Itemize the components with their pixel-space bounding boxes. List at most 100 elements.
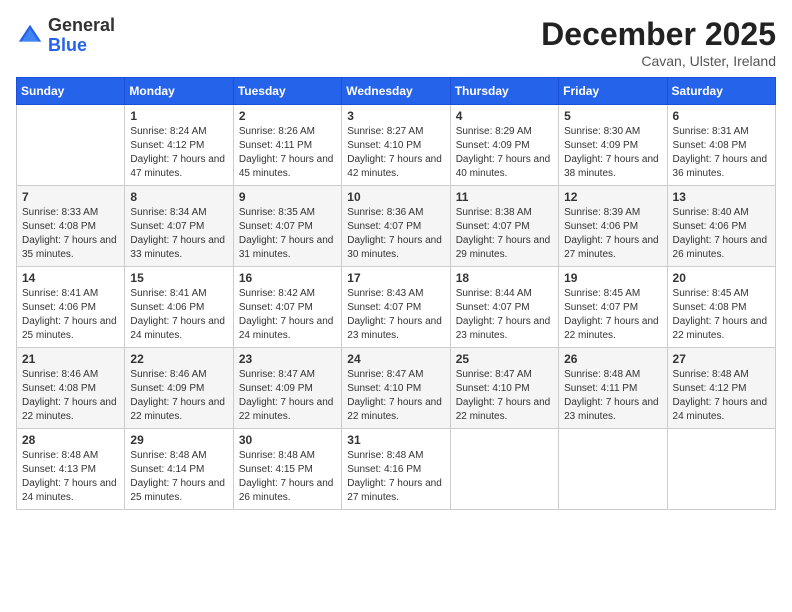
calendar-week-row: 1 Sunrise: 8:24 AM Sunset: 4:12 PM Dayli…	[17, 105, 776, 186]
day-number: 9	[239, 190, 336, 204]
sunrise: Sunrise: 8:44 AM	[456, 287, 553, 301]
sunrise: Sunrise: 8:46 AM	[130, 368, 227, 382]
day-info: Sunrise: 8:48 AM Sunset: 4:12 PM Dayligh…	[673, 368, 770, 424]
calendar-cell: 17 Sunrise: 8:43 AM Sunset: 4:07 PM Dayl…	[342, 267, 450, 348]
calendar-cell: 15 Sunrise: 8:41 AM Sunset: 4:06 PM Dayl…	[125, 267, 233, 348]
day-number: 28	[22, 433, 119, 447]
calendar-cell	[559, 429, 667, 510]
day-info: Sunrise: 8:48 AM Sunset: 4:16 PM Dayligh…	[347, 449, 444, 505]
calendar-cell: 30 Sunrise: 8:48 AM Sunset: 4:15 PM Dayl…	[233, 429, 341, 510]
sunrise: Sunrise: 8:45 AM	[673, 287, 770, 301]
sunrise: Sunrise: 8:38 AM	[456, 206, 553, 220]
sunset: Sunset: 4:10 PM	[347, 139, 444, 153]
calendar-cell: 14 Sunrise: 8:41 AM Sunset: 4:06 PM Dayl…	[17, 267, 125, 348]
logo-blue: Blue	[48, 36, 115, 56]
sunrise: Sunrise: 8:24 AM	[130, 125, 227, 139]
sunrise: Sunrise: 8:29 AM	[456, 125, 553, 139]
weekday-header: Thursday	[450, 78, 558, 105]
sunrise: Sunrise: 8:31 AM	[673, 125, 770, 139]
day-info: Sunrise: 8:40 AM Sunset: 4:06 PM Dayligh…	[673, 206, 770, 262]
day-number: 12	[564, 190, 661, 204]
calendar-cell: 9 Sunrise: 8:35 AM Sunset: 4:07 PM Dayli…	[233, 186, 341, 267]
sunrise: Sunrise: 8:48 AM	[22, 449, 119, 463]
day-number: 29	[130, 433, 227, 447]
sunset: Sunset: 4:06 PM	[130, 301, 227, 315]
day-info: Sunrise: 8:30 AM Sunset: 4:09 PM Dayligh…	[564, 125, 661, 181]
day-info: Sunrise: 8:46 AM Sunset: 4:09 PM Dayligh…	[130, 368, 227, 424]
day-number: 21	[22, 352, 119, 366]
calendar-cell: 23 Sunrise: 8:47 AM Sunset: 4:09 PM Dayl…	[233, 348, 341, 429]
day-info: Sunrise: 8:33 AM Sunset: 4:08 PM Dayligh…	[22, 206, 119, 262]
sunrise: Sunrise: 8:48 AM	[347, 449, 444, 463]
day-info: Sunrise: 8:45 AM Sunset: 4:08 PM Dayligh…	[673, 287, 770, 343]
daylight: Daylight: 7 hours and 27 minutes.	[347, 477, 444, 505]
day-number: 20	[673, 271, 770, 285]
sunset: Sunset: 4:10 PM	[456, 382, 553, 396]
calendar-cell	[667, 429, 775, 510]
calendar-cell: 8 Sunrise: 8:34 AM Sunset: 4:07 PM Dayli…	[125, 186, 233, 267]
daylight: Daylight: 7 hours and 22 minutes.	[239, 396, 336, 424]
logo-general: General	[48, 16, 115, 36]
daylight: Daylight: 7 hours and 22 minutes.	[130, 396, 227, 424]
calendar-cell: 19 Sunrise: 8:45 AM Sunset: 4:07 PM Dayl…	[559, 267, 667, 348]
calendar-cell: 28 Sunrise: 8:48 AM Sunset: 4:13 PM Dayl…	[17, 429, 125, 510]
day-number: 16	[239, 271, 336, 285]
sunset: Sunset: 4:14 PM	[130, 463, 227, 477]
calendar-week-row: 28 Sunrise: 8:48 AM Sunset: 4:13 PM Dayl…	[17, 429, 776, 510]
calendar-cell: 26 Sunrise: 8:48 AM Sunset: 4:11 PM Dayl…	[559, 348, 667, 429]
daylight: Daylight: 7 hours and 31 minutes.	[239, 234, 336, 262]
sunset: Sunset: 4:12 PM	[130, 139, 227, 153]
calendar-cell: 20 Sunrise: 8:45 AM Sunset: 4:08 PM Dayl…	[667, 267, 775, 348]
sunrise: Sunrise: 8:27 AM	[347, 125, 444, 139]
sunset: Sunset: 4:09 PM	[239, 382, 336, 396]
day-number: 13	[673, 190, 770, 204]
sunrise: Sunrise: 8:46 AM	[22, 368, 119, 382]
weekday-header: Wednesday	[342, 78, 450, 105]
calendar-cell: 16 Sunrise: 8:42 AM Sunset: 4:07 PM Dayl…	[233, 267, 341, 348]
day-info: Sunrise: 8:43 AM Sunset: 4:07 PM Dayligh…	[347, 287, 444, 343]
sunrise: Sunrise: 8:48 AM	[130, 449, 227, 463]
day-number: 30	[239, 433, 336, 447]
daylight: Daylight: 7 hours and 23 minutes.	[347, 315, 444, 343]
logo-text: General Blue	[48, 16, 115, 56]
sunset: Sunset: 4:09 PM	[456, 139, 553, 153]
calendar-week-row: 14 Sunrise: 8:41 AM Sunset: 4:06 PM Dayl…	[17, 267, 776, 348]
day-number: 14	[22, 271, 119, 285]
sunset: Sunset: 4:10 PM	[347, 382, 444, 396]
day-number: 3	[347, 109, 444, 123]
calendar-cell	[17, 105, 125, 186]
sunrise: Sunrise: 8:35 AM	[239, 206, 336, 220]
day-number: 5	[564, 109, 661, 123]
day-info: Sunrise: 8:46 AM Sunset: 4:08 PM Dayligh…	[22, 368, 119, 424]
sunrise: Sunrise: 8:47 AM	[239, 368, 336, 382]
daylight: Daylight: 7 hours and 29 minutes.	[456, 234, 553, 262]
daylight: Daylight: 7 hours and 45 minutes.	[239, 153, 336, 181]
day-number: 17	[347, 271, 444, 285]
day-number: 19	[564, 271, 661, 285]
day-number: 22	[130, 352, 227, 366]
day-info: Sunrise: 8:47 AM Sunset: 4:09 PM Dayligh…	[239, 368, 336, 424]
day-number: 2	[239, 109, 336, 123]
sunrise: Sunrise: 8:47 AM	[456, 368, 553, 382]
day-info: Sunrise: 8:39 AM Sunset: 4:06 PM Dayligh…	[564, 206, 661, 262]
daylight: Daylight: 7 hours and 26 minutes.	[239, 477, 336, 505]
day-number: 18	[456, 271, 553, 285]
calendar-week-row: 21 Sunrise: 8:46 AM Sunset: 4:08 PM Dayl…	[17, 348, 776, 429]
weekday-header-row: SundayMondayTuesdayWednesdayThursdayFrid…	[17, 78, 776, 105]
sunrise: Sunrise: 8:26 AM	[239, 125, 336, 139]
sunset: Sunset: 4:08 PM	[673, 301, 770, 315]
calendar-cell: 1 Sunrise: 8:24 AM Sunset: 4:12 PM Dayli…	[125, 105, 233, 186]
day-info: Sunrise: 8:36 AM Sunset: 4:07 PM Dayligh…	[347, 206, 444, 262]
daylight: Daylight: 7 hours and 22 minutes.	[347, 396, 444, 424]
month-title: December 2025	[541, 16, 776, 53]
calendar-cell: 4 Sunrise: 8:29 AM Sunset: 4:09 PM Dayli…	[450, 105, 558, 186]
day-info: Sunrise: 8:47 AM Sunset: 4:10 PM Dayligh…	[456, 368, 553, 424]
sunrise: Sunrise: 8:40 AM	[673, 206, 770, 220]
sunset: Sunset: 4:07 PM	[347, 301, 444, 315]
day-number: 1	[130, 109, 227, 123]
sunset: Sunset: 4:11 PM	[239, 139, 336, 153]
sunset: Sunset: 4:07 PM	[130, 220, 227, 234]
sunrise: Sunrise: 8:41 AM	[130, 287, 227, 301]
sunset: Sunset: 4:15 PM	[239, 463, 336, 477]
calendar-cell: 2 Sunrise: 8:26 AM Sunset: 4:11 PM Dayli…	[233, 105, 341, 186]
